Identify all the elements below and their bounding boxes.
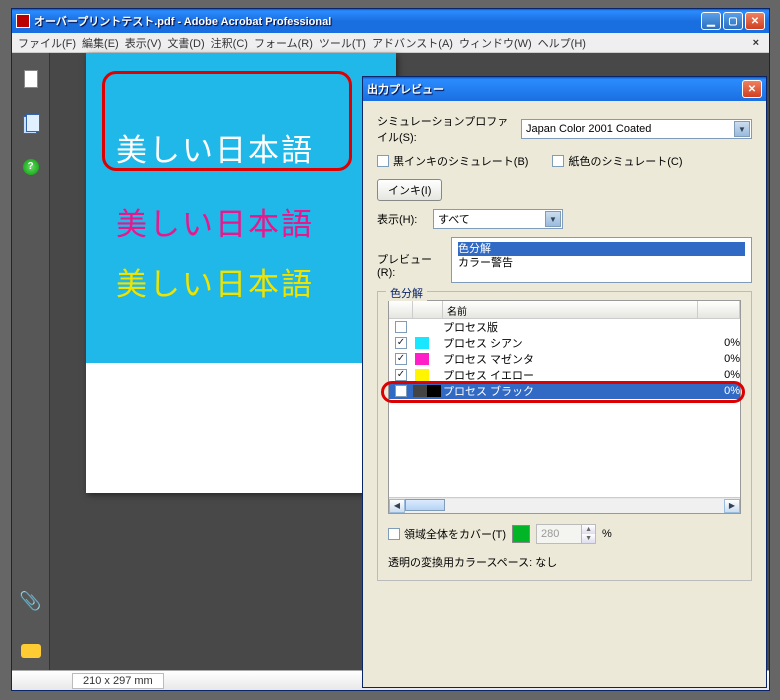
maximize-button[interactable]: ▢: [723, 12, 743, 30]
output-preview-dialog: 出力プレビュー ✕ シミュレーションプロファイル(S): Japan Color…: [362, 76, 767, 688]
pdf-icon: [16, 14, 30, 28]
comments-icon[interactable]: [21, 644, 41, 658]
sim-profile-select[interactable]: Japan Color 2001 Coated ▼: [521, 119, 752, 139]
menu-comments[interactable]: 注釈(C): [211, 35, 248, 51]
separation-name: プロセス シアン: [443, 335, 698, 351]
menu-help[interactable]: ヘルプ(H): [538, 35, 586, 51]
sim-profile-value: Japan Color 2001 Coated: [526, 123, 651, 135]
menu-document[interactable]: 文書(D): [167, 35, 204, 51]
transparency-value: なし: [535, 557, 557, 569]
dialog-titlebar[interactable]: 出力プレビュー ✕: [363, 77, 766, 101]
preview-listbox[interactable]: 色分解 カラー警告: [451, 237, 752, 283]
col-name: 名前: [443, 301, 698, 318]
coverage-color-swatch[interactable]: [512, 525, 530, 543]
color-swatch: [415, 369, 429, 381]
cover-label: 領域全体をカバー(T): [404, 526, 506, 542]
separation-pct: 0%: [698, 353, 740, 365]
checkbox-icon[interactable]: [395, 353, 407, 365]
main-titlebar[interactable]: オーバープリントテスト.pdf - Adobe Acrobat Professi…: [12, 9, 769, 33]
display-label: 表示(H):: [377, 211, 427, 227]
menubar[interactable]: ファイル(F) 編集(E) 表示(V) 文書(D) 注釈(C) フォーム(R) …: [12, 33, 769, 53]
minimize-button[interactable]: ▁: [701, 12, 721, 30]
window-title: オーバープリントテスト.pdf - Adobe Acrobat Professi…: [34, 13, 701, 29]
display-select[interactable]: すべて ▼: [433, 209, 563, 229]
sim-profile-label: シミュレーションプロファイル(S):: [377, 113, 515, 145]
display-value: すべて: [438, 211, 470, 227]
sample-text-yellow: 美しい日本語: [116, 259, 314, 304]
menu-file[interactable]: ファイル(F): [18, 35, 76, 51]
checkbox-icon[interactable]: [395, 321, 407, 333]
separation-row[interactable]: プロセス シアン0%: [389, 335, 740, 351]
sim-black-ink-checkbox[interactable]: 黒インキのシミュレート(B): [377, 153, 528, 169]
cover-checkbox[interactable]: 領域全体をカバー(T): [388, 526, 506, 542]
scroll-thumb[interactable]: [405, 499, 445, 511]
color-swatch: [415, 321, 429, 333]
sim-black-ink-label: 黒インキのシミュレート(B): [393, 153, 528, 169]
menu-tools[interactable]: ツール(T): [319, 35, 366, 51]
checkbox-icon: [377, 155, 389, 167]
scroll-left-button[interactable]: ◀: [389, 499, 405, 513]
sample-text-magenta: 美しい日本語: [116, 199, 314, 244]
separations-table: 名前 プロセス版プロセス シアン0%プロセス マゼンタ0%プロセス イエロー0%…: [388, 300, 741, 514]
left-toolbar: ? 📎: [12, 53, 50, 670]
attachments-icon[interactable]: 📎: [19, 591, 41, 612]
separation-pct: 0%: [698, 337, 740, 349]
page-dimensions: 210 x 297 mm: [72, 673, 164, 689]
page-cyan-area: 美しい日本語 美しい日本語 美しい日本語: [86, 53, 396, 363]
sim-paper-checkbox[interactable]: 紙色のシミュレート(C): [552, 153, 682, 169]
menu-window[interactable]: ウィンドウ(W): [459, 35, 532, 51]
help-icon[interactable]: ?: [21, 157, 41, 177]
spin-down-icon[interactable]: ▼: [581, 534, 595, 543]
checkbox-icon: [552, 155, 564, 167]
preview-option-color-warning[interactable]: カラー警告: [458, 256, 745, 270]
sim-paper-label: 紙色のシミュレート(C): [568, 153, 682, 169]
chevron-down-icon: ▼: [734, 121, 750, 137]
separation-name: プロセス版: [443, 319, 698, 335]
fieldset-legend: 色分解: [386, 285, 427, 301]
close-button[interactable]: ✕: [745, 12, 765, 30]
spin-up-icon[interactable]: ▲: [581, 525, 595, 534]
thumbnails-icon[interactable]: [21, 113, 41, 133]
menu-forms[interactable]: フォーム(R): [254, 35, 313, 51]
transparency-label: 透明の変換用カラースペース:: [388, 557, 532, 569]
sample-text-white: 美しい日本語: [116, 125, 314, 170]
checkbox-icon[interactable]: [395, 337, 407, 349]
separation-row[interactable]: プロセス版: [389, 319, 740, 335]
menu-edit[interactable]: 編集(E): [82, 35, 119, 51]
color-swatch: [415, 337, 429, 349]
menu-view[interactable]: 表示(V): [125, 35, 162, 51]
ink-button-label: インキ(I): [388, 182, 431, 198]
table-header: 名前: [389, 301, 740, 319]
separation-pct: 0%: [698, 369, 740, 381]
coverage-input[interactable]: [537, 528, 581, 540]
preview-label: プレビュー(R):: [377, 237, 445, 279]
dialog-title: 出力プレビュー: [367, 81, 742, 97]
separation-name: プロセス マゼンタ: [443, 351, 698, 367]
ink-button[interactable]: インキ(I): [377, 179, 442, 201]
pages-icon[interactable]: [21, 69, 41, 89]
h-scrollbar[interactable]: ◀ ▶: [389, 497, 740, 513]
chevron-down-icon: ▼: [545, 211, 561, 227]
color-swatch: [415, 353, 429, 365]
pdf-page: 美しい日本語 美しい日本語 美しい日本語: [86, 53, 396, 493]
coverage-unit: %: [602, 528, 612, 540]
preview-option-separations[interactable]: 色分解: [458, 242, 745, 256]
separations-fieldset: 色分解 名前 プロセス版プロセス シアン0%プロセス マゼンタ0%プロセス イエ…: [377, 291, 752, 581]
scroll-track[interactable]: [405, 499, 724, 513]
dialog-close-button[interactable]: ✕: [742, 80, 762, 98]
checkbox-icon: [388, 528, 400, 540]
scroll-right-button[interactable]: ▶: [724, 499, 740, 513]
close-doc-button[interactable]: ×: [749, 37, 763, 49]
separation-row[interactable]: プロセス マゼンタ0%: [389, 351, 740, 367]
menu-advanced[interactable]: アドバンスト(A): [372, 35, 453, 51]
annotation-red-oval: [381, 381, 745, 403]
coverage-spinner[interactable]: ▲▼: [536, 524, 596, 544]
checkbox-icon[interactable]: [395, 369, 407, 381]
